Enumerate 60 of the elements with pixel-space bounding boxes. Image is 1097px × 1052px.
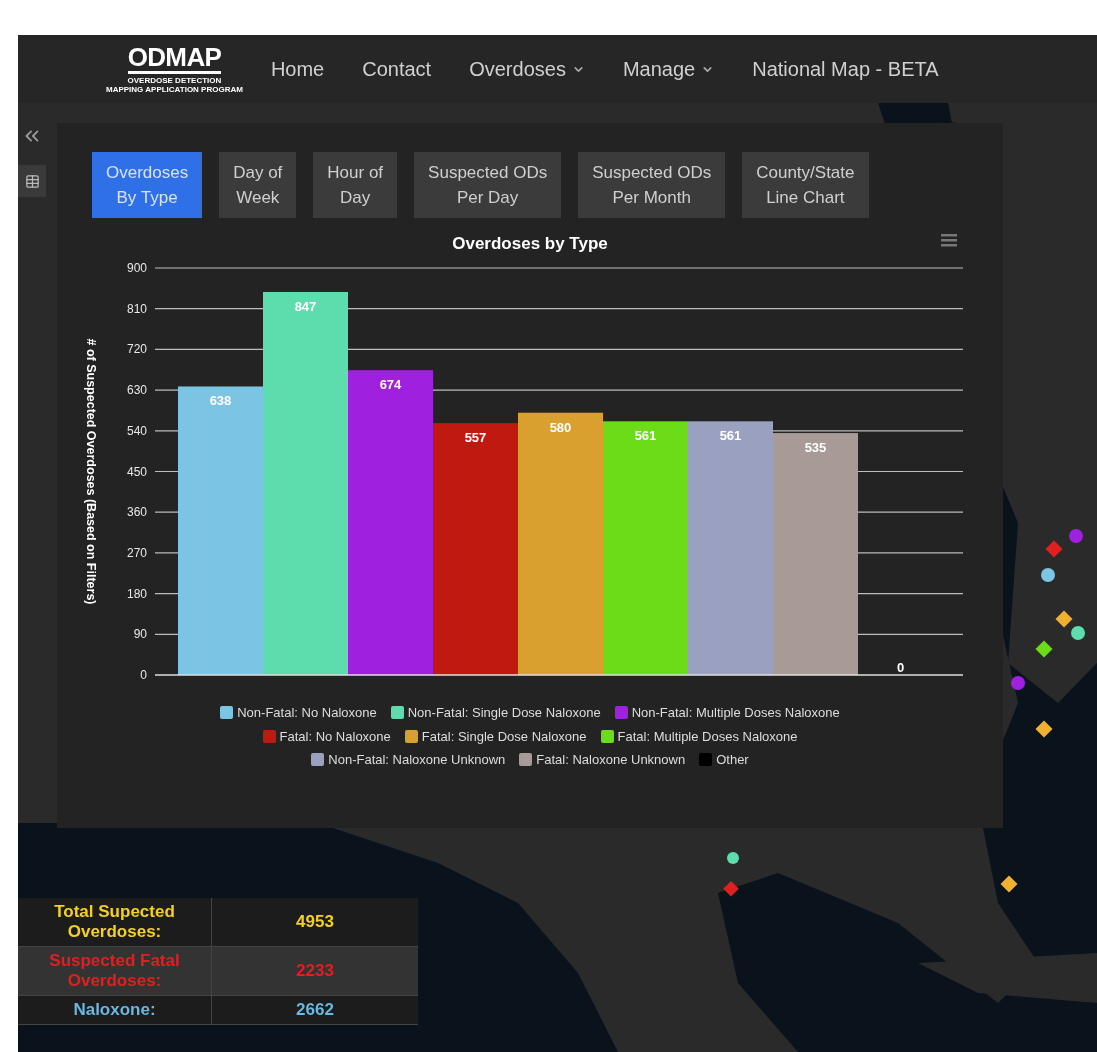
nav-link[interactable]: National Map - BETA	[752, 54, 939, 84]
legend-label[interactable]: Non-Fatal: Naloxone Unknown	[328, 750, 506, 770]
y-tick-label: 360	[126, 505, 147, 520]
y-tick-label: 0	[140, 668, 147, 682]
bar[interactable]	[603, 421, 688, 675]
y-tick-label: 810	[126, 301, 147, 316]
bar-value-label: 674	[379, 377, 402, 393]
bar[interactable]	[433, 423, 518, 675]
bar-value-label: 638	[209, 393, 232, 409]
legend-label[interactable]: Fatal: No Naloxone	[279, 726, 391, 746]
nav-link[interactable]: Contact	[362, 54, 432, 84]
y-tick-label: 900	[126, 261, 147, 275]
bar-value-label: 535	[804, 440, 827, 456]
odmap-logo[interactable]: ODMAP OVERDOSE DETECTION MAPPING APPLICATION PROGRAM	[106, 44, 243, 94]
bar[interactable]	[518, 412, 603, 675]
y-tick-label: 450	[126, 464, 147, 479]
y-axis-title: # of Suspected Overdoses (Based on Filters)	[84, 338, 98, 605]
bar-value-label: 561	[634, 428, 657, 444]
legend-label[interactable]: Non-Fatal: Multiple Doses Naloxone	[631, 703, 840, 723]
bar[interactable]	[688, 421, 773, 675]
y-tick-label: 540	[126, 423, 147, 438]
chart-menu-icon[interactable]	[941, 234, 957, 247]
legend-label[interactable]: Fatal: Single Dose Naloxone	[421, 726, 587, 746]
y-tick-label: 270	[126, 545, 147, 560]
legend-label[interactable]: Fatal: Multiple Doses Naloxone	[617, 726, 798, 746]
chart-tab[interactable]: Hour of Day	[313, 152, 398, 218]
bar[interactable]	[263, 291, 348, 675]
chart-tab[interactable]: County/State Line Chart	[742, 152, 869, 218]
y-tick-label: 630	[126, 383, 147, 398]
stat-value: 2233	[295, 960, 335, 983]
bar[interactable]	[773, 433, 858, 675]
legend-label[interactable]: Fatal: Naloxone Unknown	[536, 750, 686, 770]
y-tick-label: 90	[133, 627, 147, 642]
bar-value-label: 561	[719, 428, 742, 444]
nav-link[interactable]: Manage	[622, 54, 715, 84]
stat-value: 2662	[295, 999, 335, 1022]
y-tick-label: 180	[126, 586, 147, 601]
bar-value-label: 0	[896, 660, 905, 675]
stat-label: Suspected Fatal Overdoses:	[18, 947, 212, 995]
bar-value-label: 847	[294, 298, 317, 314]
legend-label[interactable]: Non-Fatal: No Naloxone	[237, 703, 377, 723]
y-tick-label: 720	[126, 342, 147, 357]
chart-tab[interactable]: Suspected ODs Per Month	[578, 152, 726, 218]
stat-label: Naloxone:	[18, 996, 212, 1024]
bar[interactable]	[348, 370, 433, 675]
bar-value-label: 580	[549, 419, 572, 435]
chart-tab[interactable]: Overdoses By Type	[92, 152, 203, 218]
bar[interactable]	[178, 386, 263, 675]
legend-label[interactable]: Non-Fatal: Single Dose Naloxone	[407, 703, 601, 723]
nav-link[interactable]: Overdoses	[469, 54, 585, 84]
chart-title: Overdoses by Type	[452, 234, 608, 253]
chart-tab[interactable]: Day of Week	[219, 152, 297, 218]
stat-value: 4953	[295, 911, 335, 934]
chart-tab[interactable]: Suspected ODs Per Day	[414, 152, 562, 218]
table-toggle-button[interactable]	[18, 165, 46, 197]
stat-label: Total Supected Overdoses:	[18, 898, 212, 946]
nav-link[interactable]: Home	[270, 54, 325, 84]
table-icon	[24, 173, 40, 189]
legend-label[interactable]: Other	[716, 750, 749, 770]
bar-value-label: 557	[464, 430, 487, 446]
